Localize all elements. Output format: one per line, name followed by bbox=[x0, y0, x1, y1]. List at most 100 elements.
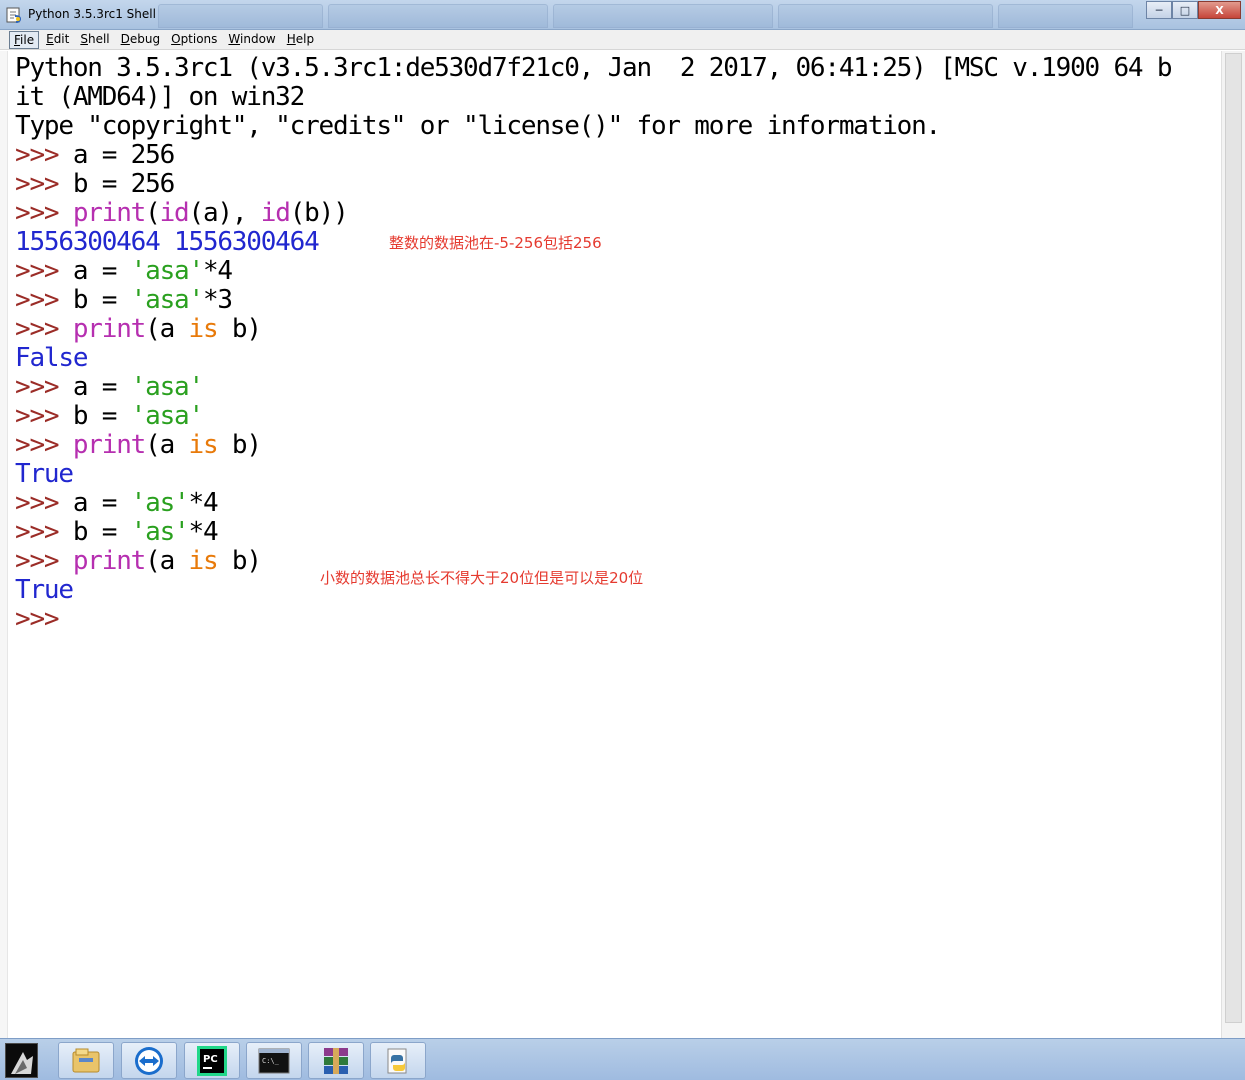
menu-file[interactable]: File bbox=[9, 30, 40, 49]
string-literal: 'asa' bbox=[130, 372, 204, 402]
code-text: *3 bbox=[202, 285, 233, 315]
string-literal: 'as' bbox=[130, 488, 190, 518]
code-text: *4 bbox=[188, 517, 219, 547]
operator-keyword: is bbox=[188, 546, 219, 576]
prompt: >>> bbox=[15, 314, 60, 344]
shell-output-line: False bbox=[15, 343, 88, 373]
prompt: >>> bbox=[15, 430, 60, 460]
title-bar: Python 3.5.3rc1 Shell ─ □ X bbox=[0, 0, 1245, 30]
cmd-button[interactable]: C:\_ bbox=[246, 1042, 302, 1079]
code-text: b) bbox=[217, 546, 262, 576]
active-prompt-line[interactable]: >>> bbox=[15, 604, 60, 634]
shell-input-line: >>> b = 256 bbox=[15, 169, 175, 199]
operator-keyword: is bbox=[188, 314, 219, 344]
prompt: >>> bbox=[15, 169, 60, 199]
minimize-button[interactable]: ─ bbox=[1146, 1, 1172, 19]
code-text: b) bbox=[217, 430, 262, 460]
banner-line: Type "copyright", "credits" or "license(… bbox=[15, 111, 941, 141]
code-text: a = bbox=[72, 488, 131, 518]
string-literal: 'asa' bbox=[130, 401, 204, 431]
code-text: (a bbox=[145, 314, 189, 344]
background-window-tab[interactable] bbox=[328, 4, 548, 28]
file-explorer-button[interactable] bbox=[58, 1042, 114, 1079]
python-idle-icon bbox=[387, 1048, 407, 1073]
teamviewer-icon bbox=[135, 1046, 163, 1075]
code-text: *4 bbox=[202, 256, 233, 286]
shell-input-line: >>> a = 'as'*4 bbox=[15, 488, 219, 518]
shell-input-line: >>> b = 'asa'*3 bbox=[15, 285, 233, 315]
code-text: b = 256 bbox=[72, 169, 175, 199]
code-text: (a bbox=[145, 546, 189, 576]
teamviewer-button[interactable] bbox=[121, 1042, 177, 1079]
close-button[interactable]: X bbox=[1198, 1, 1241, 19]
prompt: >>> bbox=[15, 546, 60, 576]
code-text: a = 256 bbox=[72, 140, 175, 170]
prompt: >>> bbox=[15, 604, 60, 634]
code-text: b = bbox=[72, 401, 131, 431]
code-text: b = bbox=[72, 517, 131, 547]
vertical-scrollbar[interactable] bbox=[1221, 51, 1245, 1038]
shell-input-line: >>> b = 'as'*4 bbox=[15, 517, 219, 547]
builtin-keyword: print bbox=[72, 198, 146, 228]
prompt: >>> bbox=[15, 198, 60, 228]
code-text: (a bbox=[145, 430, 189, 460]
shell-output-line: True bbox=[15, 459, 74, 489]
builtin-keyword: print bbox=[72, 546, 146, 576]
shell-input-line: >>> print(a is b) bbox=[15, 314, 262, 344]
background-window-tab[interactable] bbox=[553, 4, 773, 28]
shell-text-area[interactable]: Python 3.5.3rc1 (v3.5.3rc1:de530d7f21c0,… bbox=[8, 51, 1221, 1038]
prompt: >>> bbox=[15, 140, 60, 170]
string-literal: 'asa' bbox=[130, 285, 204, 315]
code-text: b = bbox=[72, 285, 131, 315]
code-text: ( bbox=[145, 198, 161, 228]
scrollbar-thumb[interactable] bbox=[1225, 53, 1242, 1023]
prompt: >>> bbox=[15, 372, 60, 402]
prompt: >>> bbox=[15, 285, 60, 315]
menu-shell[interactable]: Shell bbox=[76, 31, 113, 49]
pycharm-button[interactable]: PC bbox=[184, 1042, 240, 1079]
code-text: *4 bbox=[188, 488, 219, 518]
shell-output-line: 1556300464 1556300464 bbox=[15, 227, 320, 257]
code-text: (b)) bbox=[289, 198, 349, 228]
menu-help[interactable]: Help bbox=[283, 31, 318, 49]
prompt: >>> bbox=[15, 256, 60, 286]
pycharm-badge-text: PC bbox=[203, 1054, 218, 1065]
shell-input-line: >>> b = 'asa' bbox=[15, 401, 204, 431]
background-window-tab[interactable] bbox=[778, 4, 993, 28]
winrar-button[interactable] bbox=[308, 1042, 364, 1079]
operator-keyword: is bbox=[188, 430, 219, 460]
file-explorer-icon bbox=[72, 1048, 100, 1072]
taskbar: PC C:\_ bbox=[0, 1038, 1245, 1080]
system-tray[interactable] bbox=[1135, 1061, 1235, 1071]
annotation-string-pool: 小数的数据池总长不得大于20位但是可以是20位 bbox=[320, 569, 644, 587]
start-icon[interactable] bbox=[5, 1043, 38, 1078]
banner-line: it (AMD64)] on win32 bbox=[15, 82, 305, 112]
code-text: (a), bbox=[188, 198, 261, 228]
python-idle-button[interactable] bbox=[370, 1042, 426, 1079]
maximize-button[interactable]: □ bbox=[1172, 1, 1198, 19]
prompt: >>> bbox=[15, 488, 60, 518]
code-text: a = bbox=[72, 372, 131, 402]
menu-options[interactable]: Options bbox=[167, 31, 221, 49]
shell-input-line: >>> a = 256 bbox=[15, 140, 175, 170]
menu-debug[interactable]: Debug bbox=[117, 31, 164, 49]
builtin-keyword: print bbox=[72, 314, 146, 344]
pycharm-icon: PC bbox=[197, 1045, 227, 1076]
shell-input-line: >>> print(a is b) bbox=[15, 430, 262, 460]
string-literal: 'asa' bbox=[130, 256, 204, 286]
shell-input-line: >>> a = 'asa' bbox=[15, 372, 204, 402]
code-text: b) bbox=[217, 314, 262, 344]
background-window-tab[interactable] bbox=[158, 4, 323, 28]
background-window-tab[interactable] bbox=[998, 4, 1133, 28]
prompt: >>> bbox=[15, 401, 60, 431]
banner-line: Python 3.5.3rc1 (v3.5.3rc1:de530d7f21c0,… bbox=[15, 53, 1172, 83]
annotation-int-pool: 整数的数据池在-5-256包括256 bbox=[389, 234, 602, 252]
shell-input-line: >>> print(a is b) bbox=[15, 546, 262, 576]
prompt: >>> bbox=[15, 517, 60, 547]
code-text: a = bbox=[72, 256, 131, 286]
builtin-keyword: print bbox=[72, 430, 146, 460]
window-left-border bbox=[0, 51, 8, 1038]
menu-edit[interactable]: Edit bbox=[42, 31, 73, 49]
cmd-icon: C:\_ bbox=[258, 1048, 290, 1073]
menu-window[interactable]: Window bbox=[224, 31, 279, 49]
